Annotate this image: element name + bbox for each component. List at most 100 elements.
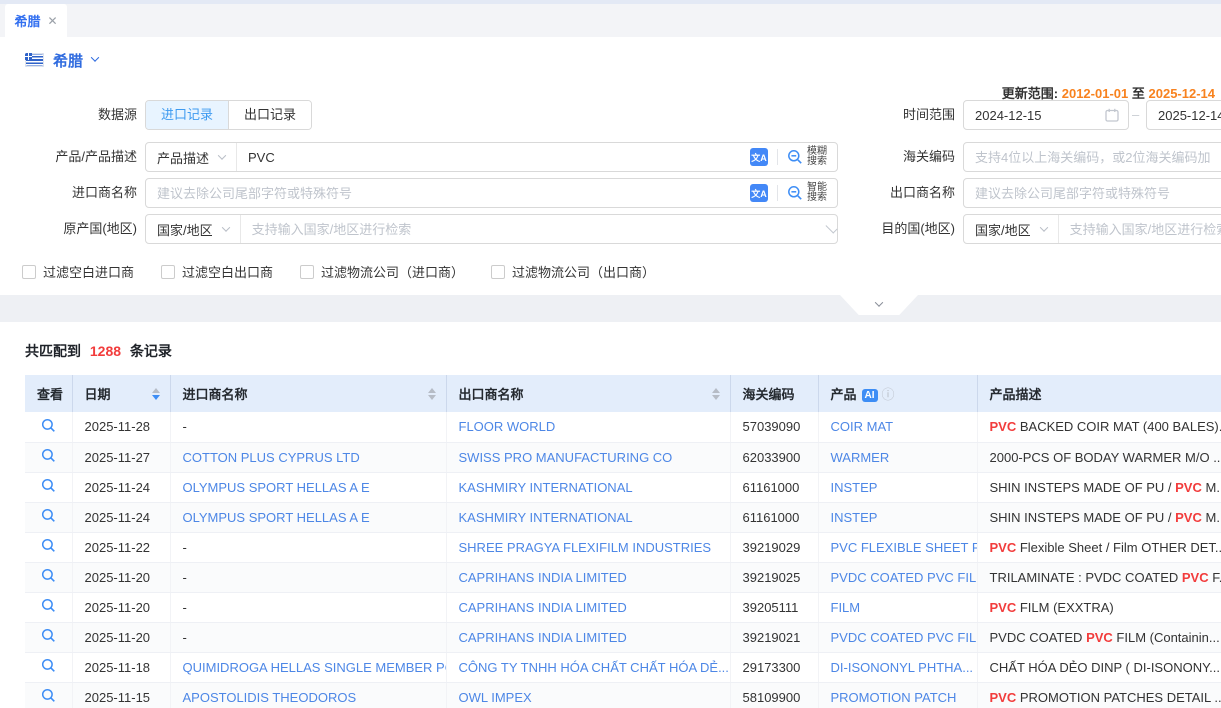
checkbox-icon[interactable] (161, 265, 175, 279)
view-button[interactable] (25, 562, 72, 592)
row-date: 2025-11-28 (72, 412, 170, 442)
tab-close-icon[interactable]: ✕ (47, 15, 57, 27)
importer-field-addons: 文A 智能 搜索 (740, 179, 837, 207)
sort-icon-importer[interactable] (428, 388, 436, 400)
checkbox-icon[interactable] (300, 265, 314, 279)
fuzzy-search-button[interactable]: 模糊 搜索 (787, 147, 827, 167)
row-date: 2025-11-15 (72, 682, 170, 708)
view-button[interactable] (25, 532, 72, 562)
origin-country-select[interactable]: 国家/地区 (146, 215, 241, 243)
row-exporter[interactable]: FLOOR WORLD (446, 412, 730, 442)
row-hs-code: 39219025 (730, 562, 818, 592)
product-field-addons: 文A 模糊 搜索 (740, 143, 837, 171)
origin-country-field: 国家/地区 (145, 214, 838, 244)
row-exporter[interactable]: CAPRIHANS INDIA LIMITED (446, 622, 730, 652)
table-row: 2025-11-28-FLOOR WORLD57039090COIR MATPV… (25, 412, 1221, 442)
col-exporter[interactable]: 出口商名称 (446, 375, 730, 412)
row-product[interactable]: PROMOTION PATCH (818, 682, 977, 708)
row-importer[interactable]: OLYMPUS SPORT HELLAS A E (170, 472, 446, 502)
hs-code-input[interactable] (964, 150, 1221, 165)
results-count: 1288 (90, 343, 121, 359)
row-exporter[interactable]: SWISS PRO MANUFACTURING CO (446, 442, 730, 472)
sort-icon-exporter[interactable] (712, 388, 720, 400)
date-start-input[interactable] (964, 108, 1105, 123)
view-button[interactable] (25, 472, 72, 502)
update-range-label: 更新范围: (1002, 86, 1058, 101)
table-row: 2025-11-20-CAPRIHANS INDIA LIMITED392190… (25, 562, 1221, 592)
smart-search-button[interactable]: 智能 搜索 (787, 183, 827, 203)
view-button[interactable] (25, 652, 72, 682)
row-importer[interactable]: OLYMPUS SPORT HELLAS A E (170, 502, 446, 532)
row-exporter[interactable]: KASHMIRY INTERNATIONAL (446, 502, 730, 532)
product-input[interactable] (237, 150, 740, 165)
row-product[interactable]: PVDC COATED PVC FIL... (818, 562, 977, 592)
row-exporter[interactable]: CAPRIHANS INDIA LIMITED (446, 592, 730, 622)
row-product[interactable]: PVC FLEXIBLE SHEET F... (818, 532, 977, 562)
view-button[interactable] (25, 682, 72, 708)
table-row: 2025-11-24OLYMPUS SPORT HELLAS A EKASHMI… (25, 502, 1221, 532)
results-table-wrap: 查看 日期 进口商名称 出口商名称 海关编码 产品AIⓘ 产品描述 2025-1… (25, 375, 1221, 708)
smart-search-label: 智能 搜索 (807, 183, 827, 203)
collapse-panel-button[interactable] (840, 295, 918, 315)
row-product[interactable]: INSTEP (818, 502, 977, 532)
checkbox-icon[interactable] (491, 265, 505, 279)
date-end-input[interactable] (1147, 108, 1221, 123)
calendar-icon[interactable] (1105, 108, 1119, 122)
tab-greece[interactable]: 希腊 ✕ (5, 4, 67, 37)
row-product[interactable]: COIR MAT (818, 412, 977, 442)
exporter-input[interactable] (964, 186, 1221, 201)
row-importer[interactable]: QUIMIDROGA HELLAS SINGLE MEMBER PC (170, 652, 446, 682)
row-exporter[interactable]: OWL IMPEX (446, 682, 730, 708)
row-product[interactable]: FILM (818, 592, 977, 622)
hs-code-label: 海关编码 (838, 142, 955, 172)
row-product[interactable]: WARMER (818, 442, 977, 472)
table-row: 2025-11-24OLYMPUS SPORT HELLAS A EKASHMI… (25, 472, 1221, 502)
info-icon[interactable]: ⓘ (882, 387, 895, 402)
row-exporter[interactable]: CÔNG TY TNHH HÓA CHẤT CHẤT HÓA DẺ... (446, 652, 730, 682)
view-button[interactable] (25, 442, 72, 472)
divider (777, 149, 778, 165)
row-importer[interactable]: APOSTOLIDIS THEODOROS (170, 682, 446, 708)
checkbox-icon[interactable] (22, 265, 36, 279)
importer-input[interactable] (146, 186, 740, 201)
view-button[interactable] (25, 502, 72, 532)
filter-blank-importer[interactable]: 过滤空白进口商 (22, 262, 134, 281)
row-description: PVC Flexible Sheet / Film OTHER DET... (977, 532, 1221, 562)
row-description: PVC BACKED COIR MAT (400 BALES)... (977, 412, 1221, 442)
sort-icon-date[interactable] (152, 388, 160, 400)
importer-label: 进口商名称 (0, 178, 137, 208)
row-exporter[interactable]: CAPRIHANS INDIA LIMITED (446, 562, 730, 592)
view-button[interactable] (25, 622, 72, 652)
row-hs-code: 58109900 (730, 682, 818, 708)
row-product[interactable]: PVDC COATED PVC FIL... (818, 622, 977, 652)
destination-country-select-value: 国家/地区 (975, 220, 1031, 239)
data-source-toggle: 进口记录 出口记录 (145, 100, 312, 130)
row-product[interactable]: INSTEP (818, 472, 977, 502)
translate-icon[interactable]: 文A (750, 184, 768, 202)
row-importer[interactable]: COTTON PLUS CYPRUS LTD (170, 442, 446, 472)
row-importer: - (170, 532, 446, 562)
view-button[interactable] (25, 412, 72, 442)
row-product[interactable]: DI-ISONONYL PHTHA... (818, 652, 977, 682)
translate-icon[interactable]: 文A (750, 148, 768, 166)
filter-logistics-importer[interactable]: 过滤物流公司（进口商） (300, 262, 464, 281)
page-title-bar: 希腊 (25, 49, 98, 71)
row-exporter[interactable]: KASHMIRY INTERNATIONAL (446, 472, 730, 502)
results-prefix: 共匹配到 (25, 343, 81, 359)
product-type-select[interactable]: 产品描述 (146, 143, 237, 171)
export-records-button[interactable]: 出口记录 (228, 101, 311, 129)
chevron-down-icon[interactable] (91, 53, 99, 61)
filter-logistics-exporter[interactable]: 过滤物流公司（出口商） (491, 262, 655, 281)
destination-country-input[interactable] (1059, 222, 1221, 237)
col-product: 产品AIⓘ (818, 375, 977, 412)
import-records-button[interactable]: 进口记录 (146, 101, 228, 129)
hs-code-field (963, 142, 1221, 172)
row-importer: - (170, 562, 446, 592)
view-button[interactable] (25, 592, 72, 622)
filter-blank-exporter[interactable]: 过滤空白出口商 (161, 262, 273, 281)
origin-country-input[interactable] (241, 222, 826, 237)
row-exporter[interactable]: SHREE PRAGYA FLEXIFILM INDUSTRIES (446, 532, 730, 562)
col-importer[interactable]: 进口商名称 (170, 375, 446, 412)
destination-country-select[interactable]: 国家/地区 (964, 215, 1059, 243)
col-date[interactable]: 日期 (72, 375, 170, 412)
